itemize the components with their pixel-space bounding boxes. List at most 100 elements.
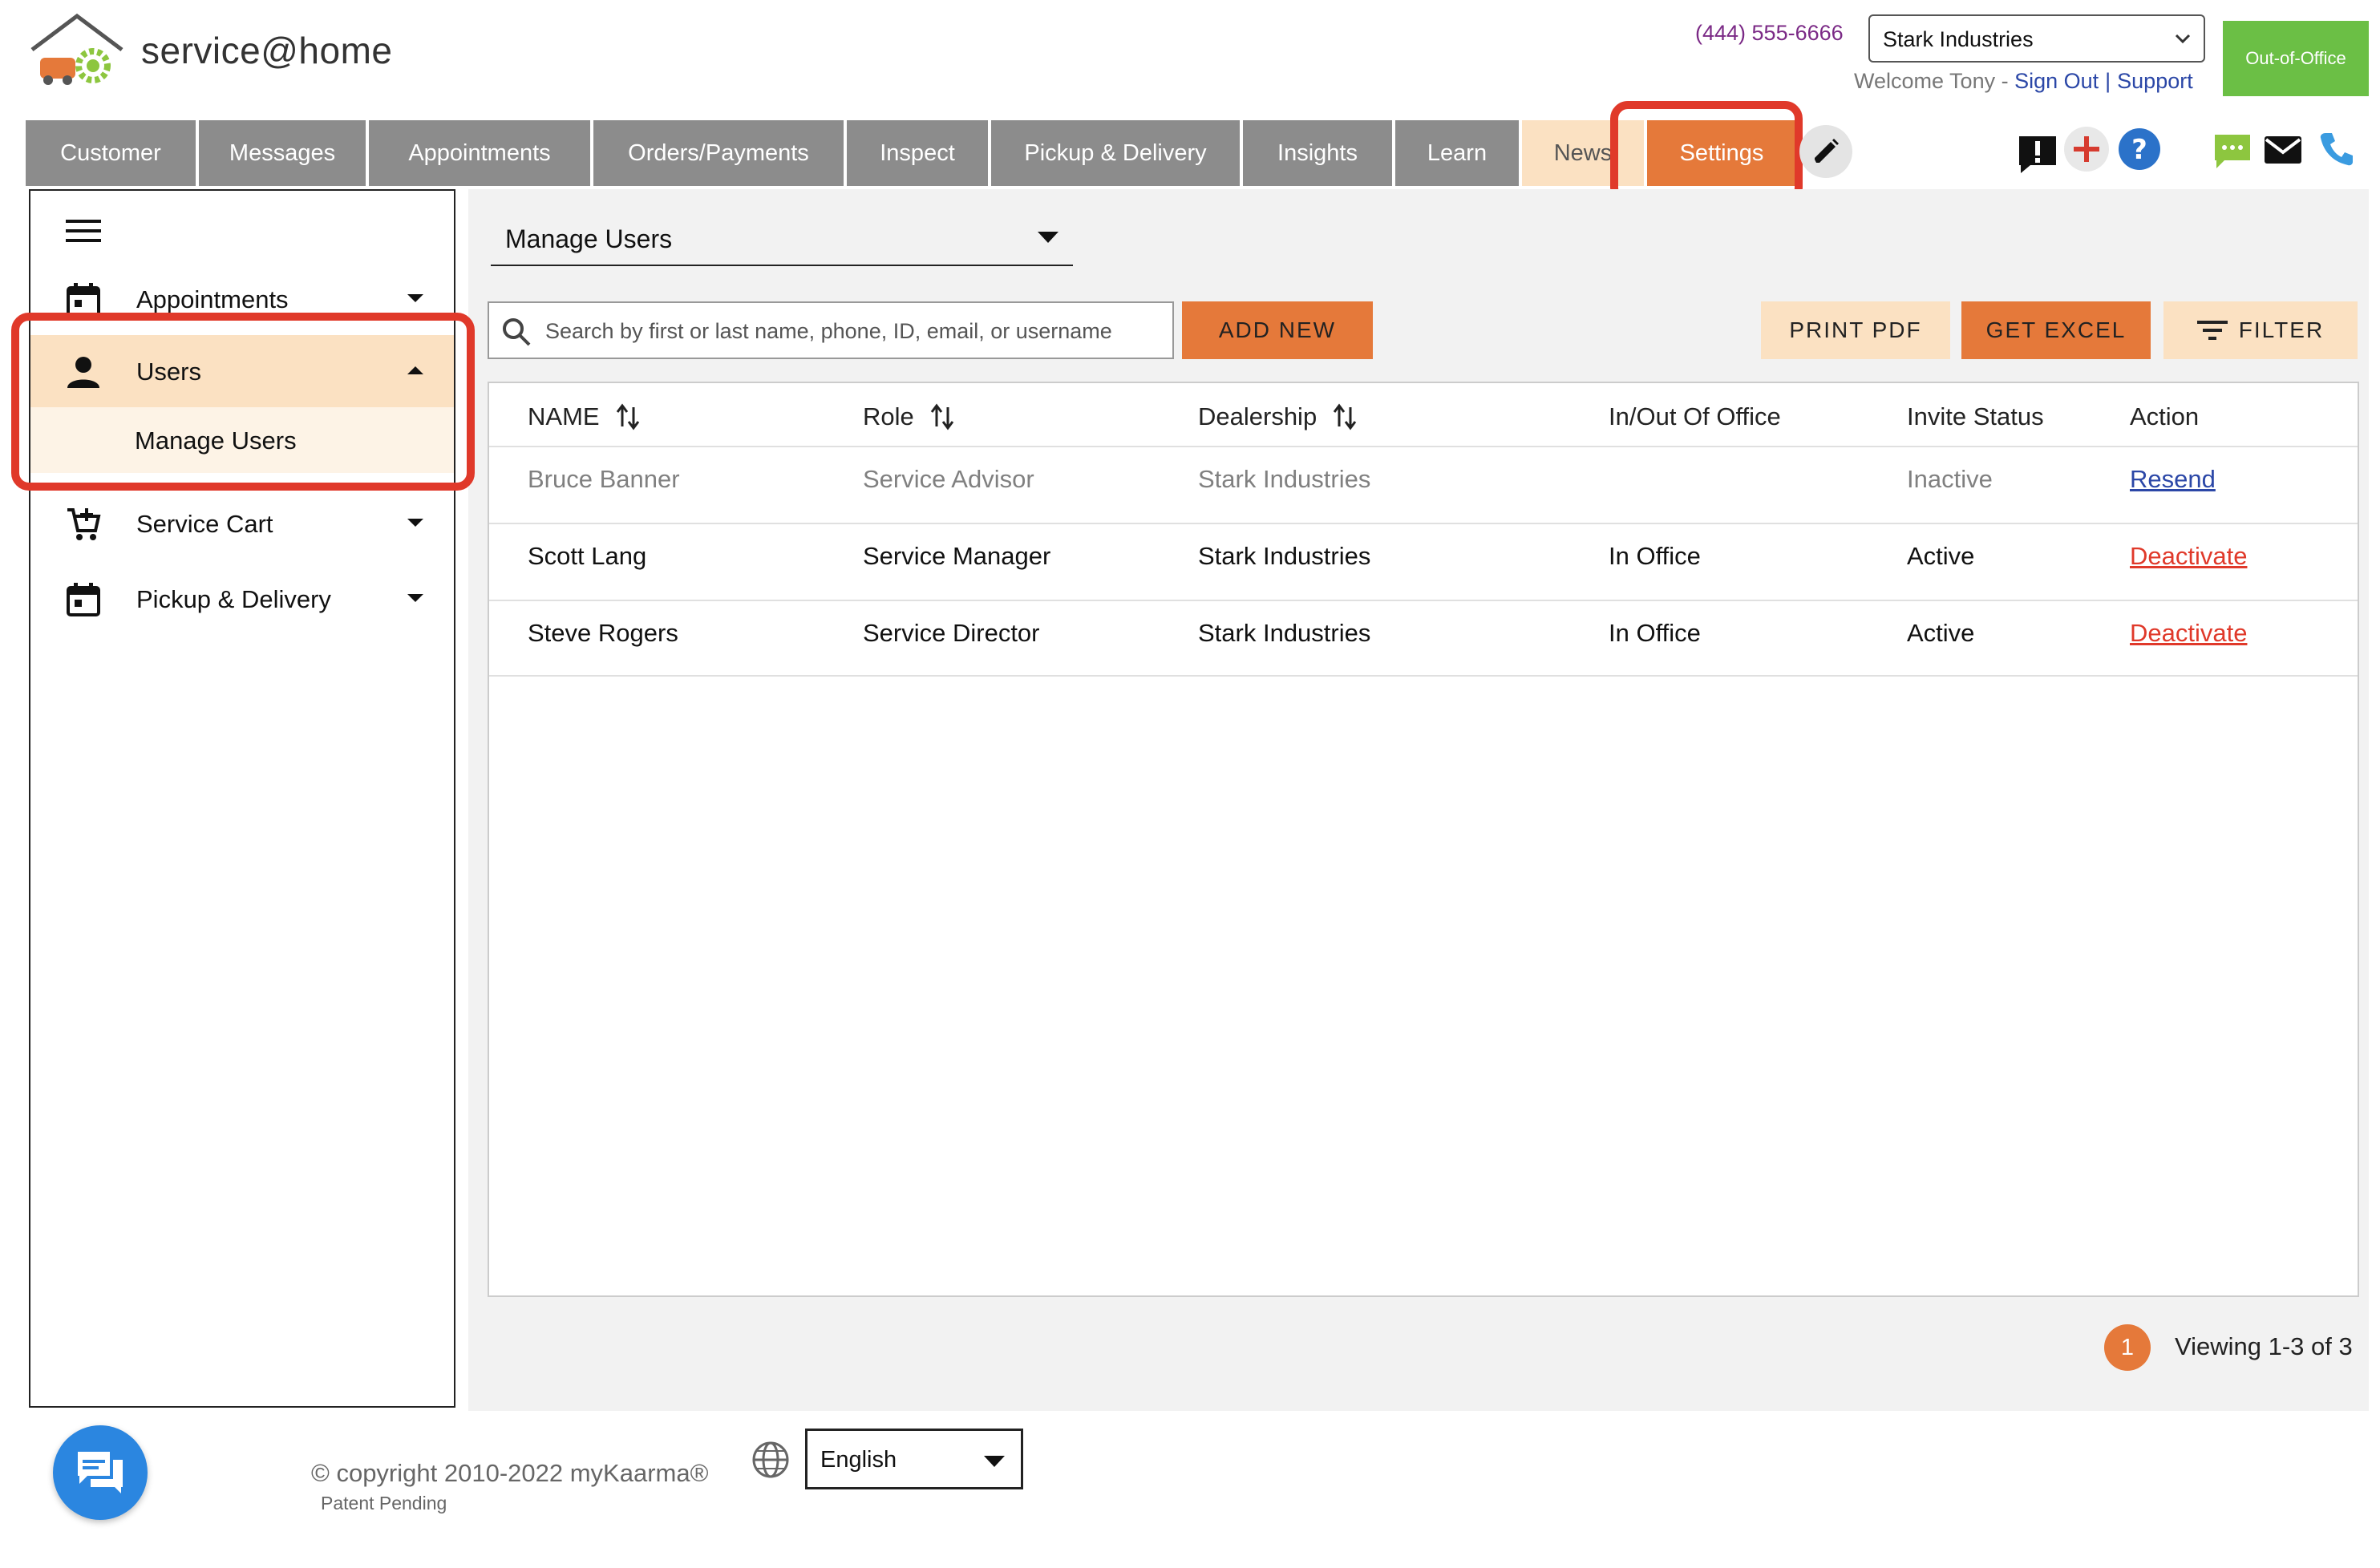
globe-icon (751, 1440, 791, 1484)
cell-invite-status: Active (1907, 619, 1975, 647)
dealer-phone[interactable]: (444) 555-6666 (1695, 21, 1844, 46)
table-row: Scott Lang Service Manager Stark Industr… (489, 523, 2358, 600)
deactivate-link[interactable]: Deactivate (2130, 619, 2247, 648)
tab-pickup-delivery[interactable]: Pickup & Delivery (991, 120, 1240, 186)
search-icon (503, 318, 531, 346)
sidebar-subitem-manage-users[interactable]: Manage Users (30, 407, 454, 473)
get-excel-button[interactable]: GET EXCEL (1961, 301, 2151, 359)
tab-inspect[interactable]: Inspect (847, 120, 988, 186)
sidebar-item-appointments[interactable]: Appointments (30, 263, 454, 335)
sidebar-item-service-cart[interactable]: Service Cart (30, 487, 454, 560)
cell-name: Bruce Banner (528, 465, 680, 493)
caret-down-icon (1038, 232, 1058, 243)
cell-invite-status: Active (1907, 542, 1975, 570)
view-select-value: Manage Users (505, 224, 673, 253)
cell-office: In Office (1609, 619, 1701, 647)
language-select[interactable]: English (805, 1429, 1023, 1489)
cell-name: Steve Rogers (528, 619, 678, 647)
tab-news[interactable]: News (1522, 120, 1644, 186)
copyright-text: © copyright 2010-2022 myKaarma® (311, 1459, 709, 1487)
users-table: NAME Role Dealership In/Out Of Office In… (488, 382, 2359, 1297)
svg-text:?: ? (2131, 134, 2147, 166)
deactivate-link[interactable]: Deactivate (2130, 542, 2247, 571)
caret-down-icon[interactable] (406, 516, 425, 529)
sidebar-item-label: Appointments (136, 285, 289, 313)
sort-icon[interactable] (929, 402, 956, 431)
caret-down-icon (984, 1456, 1005, 1467)
column-header-role[interactable]: Role (863, 402, 956, 431)
chat-icon (78, 1452, 123, 1493)
tab-appointments[interactable]: Appointments (369, 120, 590, 186)
column-header-office: In/Out Of Office (1609, 402, 1781, 430)
pencil-icon (1815, 139, 1839, 163)
filter-button[interactable]: FILTER (2163, 301, 2358, 359)
page-number-button[interactable]: 1 (2104, 1324, 2151, 1371)
cart-icon (67, 508, 101, 540)
welcome-text: Welcome Tony - (1854, 69, 2015, 93)
tab-settings[interactable]: Settings (1647, 120, 1796, 186)
sidebar-item-users[interactable]: Users (30, 335, 454, 407)
caret-down-icon[interactable] (406, 592, 425, 604)
edit-tabs-button[interactable] (1799, 125, 1852, 178)
sort-icon[interactable] (614, 402, 642, 431)
out-of-office-button[interactable]: Out-of-Office (2223, 21, 2369, 96)
cell-name: Scott Lang (528, 542, 647, 570)
sidebar-item-label: Pickup & Delivery (136, 585, 331, 613)
cell-role: Service Advisor (863, 465, 1034, 493)
tab-customer[interactable]: Customer (26, 120, 196, 186)
language-select-value: English (820, 1447, 897, 1473)
sidebar-item-label: Service Cart (136, 510, 273, 538)
email-icon[interactable] (2263, 135, 2303, 165)
tab-learn[interactable]: Learn (1395, 120, 1519, 186)
chat-button[interactable] (53, 1425, 148, 1520)
tab-messages[interactable]: Messages (199, 120, 366, 186)
dealer-select[interactable]: Stark Industries (1868, 14, 2205, 63)
calendar-icon (67, 583, 100, 616)
add-icon[interactable] (2064, 127, 2109, 172)
column-header-name[interactable]: NAME (528, 402, 642, 431)
tab-insights[interactable]: Insights (1243, 120, 1392, 186)
settings-sidebar: Appointments Users Manage Users Service … (29, 189, 455, 1408)
person-icon (67, 357, 99, 388)
caret-up-icon[interactable] (406, 364, 425, 377)
cell-role: Service Director (863, 619, 1040, 647)
sms-icon[interactable] (2212, 131, 2253, 172)
tab-orders-payments[interactable]: Orders/Payments (593, 120, 844, 186)
dealer-select-value: Stark Industries (1883, 27, 2034, 51)
sidebar-subitem-label: Manage Users (135, 426, 297, 455)
help-icon[interactable]: ? (2117, 127, 2162, 172)
cell-invite-status: Inactive (1907, 465, 1993, 493)
hamburger-menu-icon[interactable] (66, 216, 101, 245)
brand-logo (26, 11, 130, 91)
print-pdf-button[interactable]: PRINT PDF (1761, 301, 1950, 359)
calendar-icon (67, 283, 100, 317)
main-tabbar: Customer Messages Appointments Orders/Pa… (26, 120, 1799, 186)
sidebar-item-pickup-delivery[interactable]: Pickup & Delivery (30, 563, 454, 635)
column-header-invite-status: Invite Status (1907, 402, 2044, 430)
cell-office: In Office (1609, 542, 1701, 570)
add-new-button[interactable]: ADD NEW (1182, 301, 1373, 359)
filter-icon (2196, 321, 2228, 340)
caret-down-icon[interactable] (406, 292, 425, 305)
cell-dealership: Stark Industries (1198, 619, 1371, 647)
user-search (488, 301, 1174, 359)
search-input[interactable] (545, 314, 1163, 348)
cell-dealership: Stark Industries (1198, 465, 1371, 493)
sort-icon[interactable] (1331, 402, 1358, 431)
filter-label: FILTER (2238, 317, 2325, 342)
cell-role: Service Manager (863, 542, 1051, 570)
chevron-down-icon (2175, 34, 2191, 44)
sidebar-item-label: Users (136, 358, 201, 386)
support-link[interactable]: Support (2117, 69, 2193, 93)
link-separator: | (2105, 69, 2111, 93)
alert-icon[interactable] (2016, 133, 2059, 176)
sign-out-link[interactable]: Sign Out (2014, 69, 2099, 93)
resend-link[interactable]: Resend (2130, 465, 2216, 494)
phone-icon[interactable] (2317, 130, 2356, 168)
patent-text: Patent Pending (321, 1493, 447, 1513)
view-select[interactable]: Manage Users (491, 210, 1073, 266)
table-row: Steve Rogers Service Director Stark Indu… (489, 600, 2358, 677)
brand-name: service@home (141, 30, 393, 71)
column-header-dealership[interactable]: Dealership (1198, 402, 1358, 431)
viewing-count: Viewing 1-3 of 3 (2175, 1332, 2353, 1360)
